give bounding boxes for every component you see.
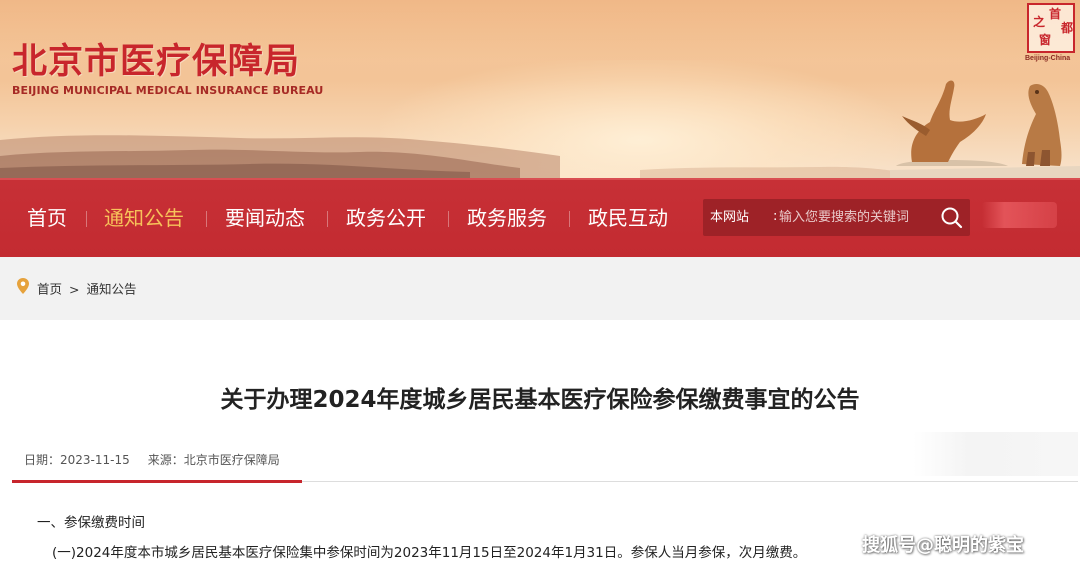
nav-divider (448, 211, 449, 227)
breadcrumb-bar: 首页 > 通知公告 (0, 257, 1080, 320)
article-divider-accent (12, 480, 302, 483)
main-nav-bar: 首页 通知公告 要闻动态 政务公开 政务服务 政民互动 本网站 : (0, 178, 1080, 257)
breadcrumb-separator: > (68, 281, 80, 297)
breadcrumb-home-link[interactable]: 首页 (37, 282, 62, 297)
article-tools-blurred (913, 432, 1078, 476)
nav-divider (327, 211, 328, 227)
article-date: 日期：2023-11-15 (24, 453, 130, 467)
article-title: 关于办理2024年度城乡居民基本医疗保险参保缴费事宜的公告 (220, 387, 860, 413)
search-button[interactable] (939, 205, 965, 231)
bronze-statues-image (890, 80, 1080, 178)
header-banner: 北京市医疗保障局 BEIJING MUNICIPAL MEDICAL INSUR… (0, 0, 1080, 178)
nav-item-news[interactable]: 要闻动态 (225, 180, 305, 257)
article-meta: 日期：2023-11-15 来源：北京市医疗保障局 (24, 450, 280, 470)
site-logo-chinese[interactable]: 北京市医疗保障局 (12, 40, 300, 84)
seal-char-3: 之 (1033, 15, 1046, 29)
article-section-heading: 一、参保缴费时间 (37, 515, 145, 531)
site-search-box: 本网站 : (703, 199, 970, 236)
breadcrumb-current[interactable]: 通知公告 (86, 282, 136, 297)
location-pin-icon (16, 277, 30, 302)
article-paragraph: (一)2024年度本市城乡居民基本医疗保险集中参保时间为2023年11月15日至… (52, 545, 807, 561)
nav-extra-blurred (982, 202, 1057, 228)
seal-caption: Beijing-China (1025, 55, 1071, 62)
search-icon (941, 207, 963, 229)
search-scope-colon: : (773, 209, 778, 224)
breadcrumb: 首页 > 通知公告 (16, 277, 136, 299)
site-logo-english: BEIJING MUNICIPAL MEDICAL INSURANCE BURE… (12, 84, 324, 97)
nav-divider (86, 211, 87, 227)
nav-item-gov-affairs-disclosure[interactable]: 政务公开 (346, 180, 426, 257)
nav-divider (206, 211, 207, 227)
nav-item-interaction[interactable]: 政民互动 (588, 180, 668, 257)
capital-window-seal-logo[interactable]: 首 都 之 窗 (1027, 3, 1075, 53)
seal-char-4: 窗 (1039, 33, 1052, 47)
nav-item-home[interactable]: 首页 (27, 180, 67, 257)
search-scope-label[interactable]: 本网站 (710, 199, 749, 236)
nav-item-notices[interactable]: 通知公告 (104, 180, 184, 257)
nav-item-gov-services[interactable]: 政务服务 (467, 180, 547, 257)
seal-char-1: 首 (1049, 7, 1062, 21)
search-input[interactable] (779, 207, 929, 228)
sohu-watermark: 搜狐号@聪明的紫宝 (862, 535, 1024, 556)
article-source: 来源：北京市医疗保障局 (147, 453, 280, 467)
seal-char-2: 都 (1061, 21, 1074, 35)
nav-divider (569, 211, 570, 227)
